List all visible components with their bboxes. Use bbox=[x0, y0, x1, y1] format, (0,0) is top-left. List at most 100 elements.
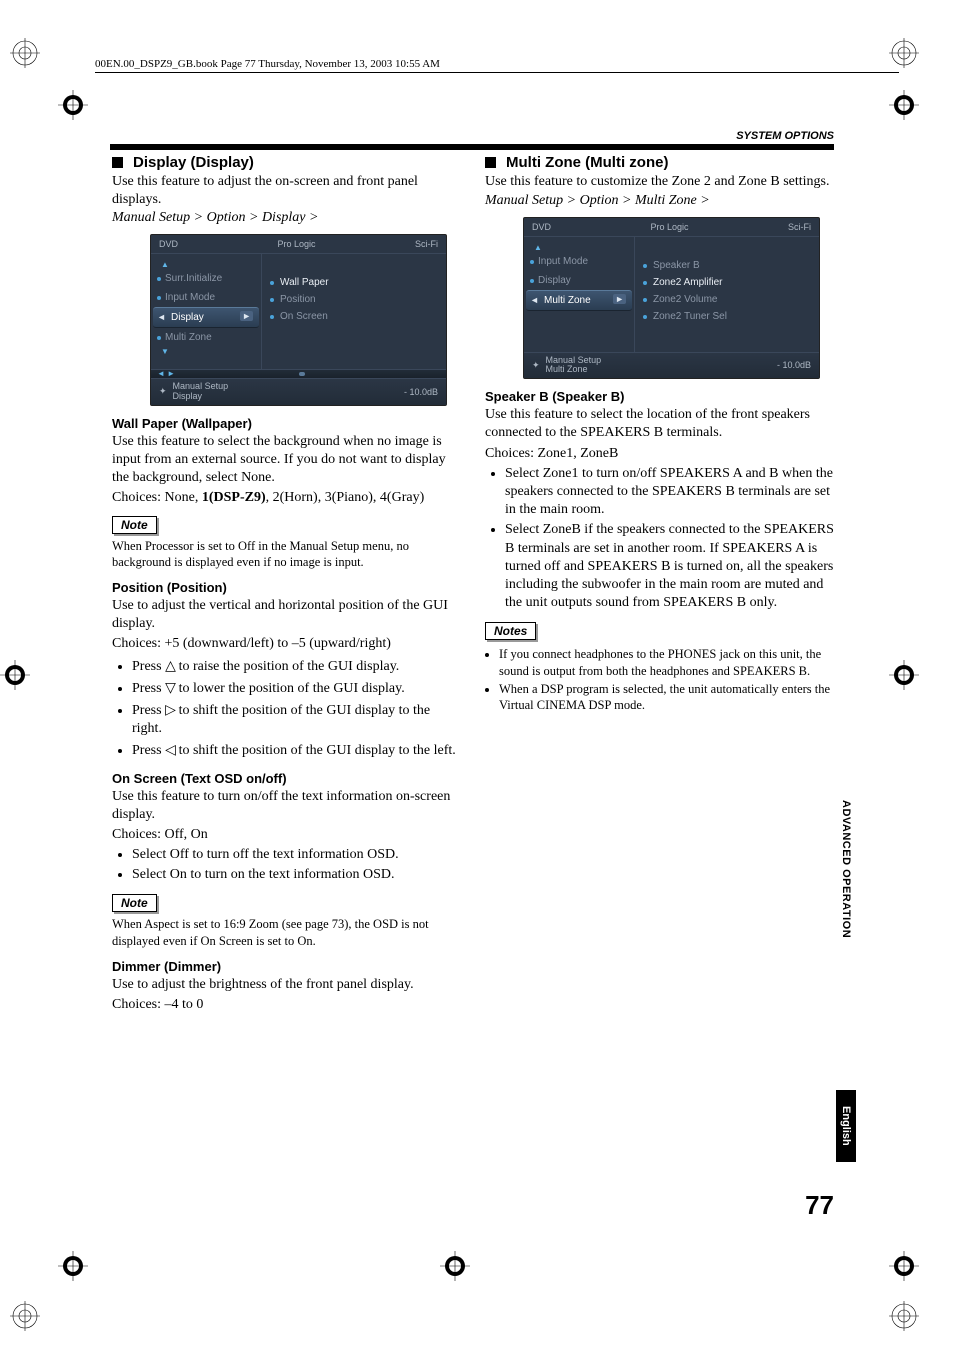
multizone-intro: Use this feature to customize the Zone 2… bbox=[485, 173, 834, 191]
menu-item: Input Mode bbox=[524, 252, 634, 271]
footer-icon: ✦ bbox=[159, 386, 167, 397]
note-label: Note bbox=[112, 894, 157, 912]
li-text: to shift the position of the GUI display… bbox=[132, 703, 430, 736]
right-column: Multi Zone (Multi zone) Use this feature… bbox=[485, 150, 834, 1231]
list-item: Select Zone1 to turn on/off SPEAKERS A a… bbox=[505, 465, 834, 520]
notes-label: Notes bbox=[485, 622, 536, 640]
gui-body: ▲ Input Mode Display ◄Multi Zone Speaker… bbox=[524, 237, 819, 352]
speakerb-heading: Speaker B (Speaker B) bbox=[485, 389, 834, 404]
onscreen-choices: Choices: Off, On bbox=[112, 826, 461, 844]
gui-menu: ▲ Surr.Initialize Input Mode ◄Display Mu… bbox=[151, 254, 262, 369]
footer-line2: Multi Zone bbox=[546, 365, 602, 375]
choices-pre: Choices: None, bbox=[112, 490, 202, 505]
wallpaper-choices: Choices: None, 1(DSP-Z9), 2(Horn), 3(Pia… bbox=[112, 489, 461, 507]
submenu-item: Position bbox=[268, 291, 440, 308]
left-column: Display (Display) Use this feature to ad… bbox=[112, 150, 461, 1231]
speakerb-text: Use this feature to select the location … bbox=[485, 406, 834, 442]
multizone-heading: Multi Zone (Multi zone) bbox=[485, 154, 834, 171]
dimmer-text: Use to adjust the brightness of the fron… bbox=[112, 976, 461, 994]
li-text: Press bbox=[132, 743, 165, 758]
dimmer-heading: Dimmer (Dimmer) bbox=[112, 959, 461, 974]
li-text: Press bbox=[132, 681, 165, 696]
list-item: If you connect headphones to the PHONES … bbox=[499, 646, 834, 679]
register-mark-icon bbox=[889, 90, 919, 120]
book-header: 00EN.00_DSPZ9_GB.book Page 77 Thursday, … bbox=[95, 58, 899, 73]
position-text: Use to adjust the vertical and horizonta… bbox=[112, 597, 461, 633]
submenu-item: On Screen bbox=[268, 308, 440, 325]
register-mark-icon bbox=[889, 1251, 919, 1281]
section-header: SYSTEM OPTIONS bbox=[110, 130, 834, 150]
gui-program: Sci-Fi bbox=[788, 222, 811, 232]
choices-default: 1(DSP-Z9) bbox=[202, 490, 266, 505]
gui-decoder: Pro Logic bbox=[277, 239, 315, 249]
display-heading: Display (Display) bbox=[112, 154, 461, 171]
gui-footer: ✦ Manual Setup Multi Zone - 10.0dB bbox=[524, 352, 819, 379]
dimmer-choices: Choices: –4 to 0 bbox=[112, 996, 461, 1014]
list-item: Select ZoneB if the speakers connected t… bbox=[505, 521, 834, 612]
crop-mark-icon bbox=[10, 1301, 40, 1331]
list-item: Select On to turn on the text informatio… bbox=[132, 866, 461, 884]
register-mark-icon bbox=[58, 1251, 88, 1281]
gui-scrollbar: ◄ ► bbox=[151, 369, 446, 378]
section-tab-advanced: ADVANCED OPERATION bbox=[836, 790, 856, 948]
menu-item: Multi Zone bbox=[151, 328, 261, 347]
onscreen-heading: On Screen (Text OSD on/off) bbox=[112, 771, 461, 786]
gui-menu: ▲ Input Mode Display ◄Multi Zone bbox=[524, 237, 635, 352]
gui-submenu: Wall Paper Position On Screen bbox=[262, 254, 446, 369]
position-heading: Position (Position) bbox=[112, 580, 461, 595]
submenu-item: Zone2 Tuner Sel bbox=[641, 308, 813, 325]
onscreen-note: When Aspect is set to 16:9 Zoom (see pag… bbox=[112, 916, 461, 949]
choices-post: , 2(Horn), 3(Piano), 4(Gray) bbox=[266, 490, 425, 505]
list-item: Press ▷ to shift the position of the GUI… bbox=[132, 700, 461, 738]
menu-item-selected: ◄Display bbox=[153, 307, 259, 328]
speakerb-list: Select Zone1 to turn on/off SPEAKERS A a… bbox=[485, 465, 834, 613]
li-text: to lower the position of the GUI display… bbox=[175, 681, 405, 696]
gui-statusbar: DVD Pro Logic Sci-Fi bbox=[524, 218, 819, 237]
gui-footer: ✦ Manual Setup Display - 10.0dB bbox=[151, 378, 446, 405]
onscreen-text: Use this feature to turn on/off the text… bbox=[112, 788, 461, 824]
onscreen-list: Select Off to turn off the text informat… bbox=[112, 846, 461, 884]
display-breadcrumb: Manual Setup > Option > Display > bbox=[112, 210, 461, 226]
multizone-breadcrumb: Manual Setup > Option > Multi Zone > bbox=[485, 193, 834, 209]
register-mark-icon bbox=[58, 90, 88, 120]
volume-readout: - 10.0dB bbox=[777, 360, 811, 370]
position-choices: Choices: +5 (downward/left) to –5 (upwar… bbox=[112, 635, 461, 653]
scroll-down-icon: ▼ bbox=[151, 347, 261, 356]
gui-program: Sci-Fi bbox=[415, 239, 438, 249]
page: 00EN.00_DSPZ9_GB.book Page 77 Thursday, … bbox=[0, 0, 954, 1351]
submenu-item: Wall Paper bbox=[268, 274, 440, 291]
up-arrow-icon: △ bbox=[165, 656, 175, 674]
note-label: Note bbox=[112, 516, 157, 534]
wallpaper-text: Use this feature to select the backgroun… bbox=[112, 433, 461, 488]
notes-list: If you connect headphones to the PHONES … bbox=[485, 646, 834, 713]
scroll-up-icon: ▲ bbox=[151, 260, 261, 269]
scroll-up-icon: ▲ bbox=[524, 243, 634, 252]
gui-source: DVD bbox=[159, 239, 178, 249]
menu-item: Surr.Initialize bbox=[151, 269, 261, 288]
submenu-item: Speaker B bbox=[641, 257, 813, 274]
gui-statusbar: DVD Pro Logic Sci-Fi bbox=[151, 235, 446, 254]
list-item: Select Off to turn off the text informat… bbox=[132, 846, 461, 864]
footer-icon: ✦ bbox=[532, 360, 540, 371]
list-item: Press ▽ to lower the position of the GUI… bbox=[132, 678, 461, 698]
menu-item: Input Mode bbox=[151, 288, 261, 307]
down-arrow-icon: ▽ bbox=[165, 678, 175, 696]
crop-mark-icon bbox=[10, 38, 40, 68]
left-arrow-icon: ◁ bbox=[165, 740, 175, 758]
right-arrow-icon: ▷ bbox=[165, 700, 175, 718]
menu-item: Display bbox=[524, 271, 634, 290]
submenu-item: Zone2 Volume bbox=[641, 291, 813, 308]
li-text: to raise the position of the GUI display… bbox=[175, 659, 399, 674]
wallpaper-note: When Processor is set to Off in the Manu… bbox=[112, 538, 461, 571]
register-mark-icon bbox=[0, 660, 30, 690]
menu-item-selected: ◄Multi Zone bbox=[526, 290, 632, 311]
submenu-item: Zone2 Amplifier bbox=[641, 274, 813, 291]
page-number: 77 bbox=[805, 1190, 834, 1221]
gui-display-screenshot: DVD Pro Logic Sci-Fi ▲ Surr.Initialize I… bbox=[150, 234, 447, 406]
register-mark-icon bbox=[440, 1251, 470, 1281]
gui-submenu: Speaker B Zone2 Amplifier Zone2 Volume Z… bbox=[635, 237, 819, 352]
position-list: Press △ to raise the position of the GUI… bbox=[112, 656, 461, 761]
language-tab: English bbox=[836, 1090, 856, 1162]
gui-source: DVD bbox=[532, 222, 551, 232]
register-mark-icon bbox=[889, 660, 919, 690]
